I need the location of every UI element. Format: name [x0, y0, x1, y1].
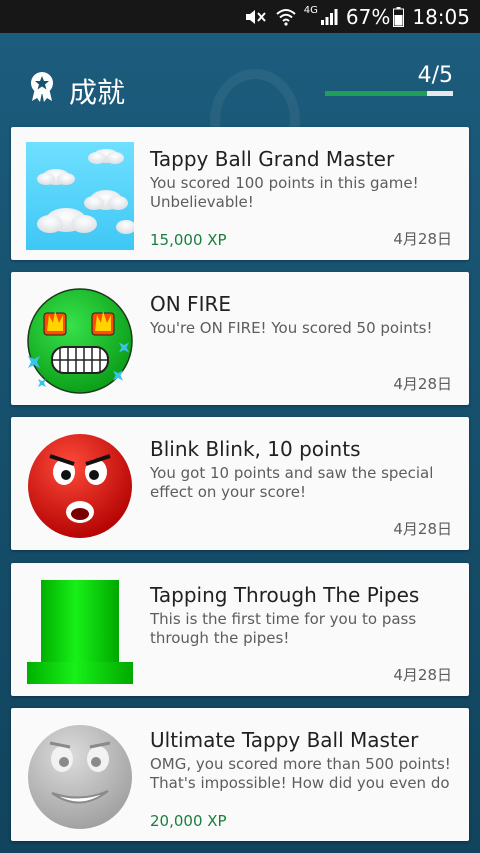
- achievement-progress-text: 4/5: [417, 63, 453, 88]
- network-type: 4G: [303, 5, 318, 16]
- achievement-xp: 15,000 XP: [150, 231, 227, 249]
- achievement-card[interactable]: ON FIRE You're ON FIRE! You scored 50 po…: [11, 272, 469, 405]
- fire-eyed-ball-image: [27, 288, 133, 394]
- achievement-description: You got 10 points and saw the special ef…: [150, 464, 434, 501]
- battery-percent: 67%: [345, 4, 391, 29]
- achievement-description: You're ON FIRE! You scored 50 points!: [150, 319, 433, 337]
- medal-icon: [28, 71, 56, 108]
- status-bar: 4G 67% 18:05: [0, 0, 480, 33]
- achievement-progress-fill: [325, 91, 428, 96]
- page-title: 成就: [69, 76, 126, 109]
- achievements-header: 成就 4/5: [0, 33, 480, 123]
- achievement-title: Blink Blink, 10 points: [150, 437, 361, 461]
- achievement-progress-bar: [325, 91, 453, 96]
- achievement-description: You scored 100 points in this game! Unbe…: [150, 174, 419, 211]
- achievement-card[interactable]: Tappy Ball Grand Master You scored 100 p…: [11, 127, 469, 260]
- achievement-title: ON FIRE: [150, 292, 231, 316]
- achievement-description: This is the first time for you to pass t…: [150, 610, 417, 647]
- achievement-title: Tappy Ball Grand Master: [150, 147, 395, 171]
- achievement-xp: 20,000 XP: [150, 812, 227, 830]
- achievement-date: 4月28日: [393, 520, 452, 538]
- achievement-card[interactable]: Ultimate Tappy Ball Master OMG, you scor…: [11, 708, 469, 841]
- achievement-date: 4月28日: [393, 230, 452, 248]
- signal-icon: [320, 8, 338, 26]
- wifi-icon: [276, 8, 296, 26]
- achievement-description: OMG, you scored more than 500 points! Th…: [150, 755, 451, 792]
- achievement-card[interactable]: Blink Blink, 10 points You got 10 points…: [11, 417, 469, 550]
- grey-smiling-ball-image: [28, 725, 132, 829]
- achievement-title: Ultimate Tappy Ball Master: [150, 728, 419, 752]
- clock: 18:05: [412, 4, 470, 29]
- achievement-title: Tapping Through The Pipes: [150, 583, 420, 607]
- clouds-sky-image: [26, 142, 134, 250]
- achievement-date: 4月28日: [393, 375, 452, 393]
- green-pipe-image: [27, 580, 133, 684]
- achievement-date: 4月28日: [393, 666, 452, 684]
- red-shocked-ball-image: [28, 434, 132, 538]
- achievement-card[interactable]: Tapping Through The Pipes This is the fi…: [11, 563, 469, 696]
- battery-icon: [393, 6, 405, 27]
- mute-icon: [244, 8, 268, 26]
